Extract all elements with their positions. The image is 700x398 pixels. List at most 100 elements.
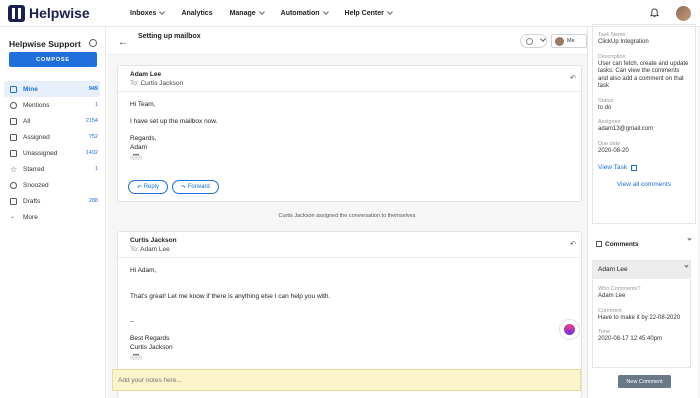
reply-icon: ↶ bbox=[137, 184, 144, 191]
sidebar-item-count: 752 bbox=[88, 134, 98, 140]
status-label: Status bbox=[598, 97, 614, 104]
comments-icon bbox=[596, 241, 602, 247]
sidebar-item-label: Snoozed bbox=[23, 181, 49, 189]
sidebar-item-starred[interactable]: ☆ Starred 1 bbox=[4, 161, 100, 177]
sender-name: Curtis Jackson bbox=[130, 237, 177, 244]
sidebar-item-count: 2154 bbox=[85, 118, 98, 124]
new-comment-button[interactable]: New Comment bbox=[618, 375, 671, 388]
back-arrow-icon[interactable]: ← bbox=[118, 37, 128, 48]
comments-section-header[interactable]: Comments bbox=[592, 236, 696, 251]
clickup-panel: Task Name ClickUp Integration Descriptio… bbox=[587, 24, 700, 398]
assign-dropdown[interactable] bbox=[520, 34, 547, 48]
folder-list: Mine 949 Mentions 1 All 2154 Assigned 752 Un… bbox=[4, 81, 100, 225]
body-line: Hi Adam, bbox=[130, 267, 157, 274]
email-header: Adam Lee To: Curtis Jackson bbox=[118, 66, 581, 92]
sidebar-item-label: Starred bbox=[23, 165, 45, 173]
avatar bbox=[555, 36, 564, 46]
chevron-down-icon bbox=[322, 8, 329, 15]
sidebar-item-label: All bbox=[23, 117, 31, 125]
body-line: -- bbox=[130, 318, 135, 325]
reply-arrow-icon[interactable]: ↶ bbox=[570, 74, 576, 82]
comment-card-header[interactable]: Adam Lee bbox=[593, 261, 690, 279]
nav-automation[interactable]: Automation bbox=[281, 8, 329, 17]
mailbox-title: Helpwise Support bbox=[9, 39, 81, 49]
sidebar-item-label: Mentions bbox=[23, 101, 50, 109]
forward-button[interactable]: ↷ Forward bbox=[172, 180, 219, 194]
forward-icon: ↷ bbox=[181, 184, 188, 191]
view-all-comments-link[interactable]: View all comments bbox=[598, 181, 690, 188]
recipient-name: Adam Lee bbox=[140, 246, 170, 253]
expand-quoted-button[interactable]: ••• bbox=[130, 153, 142, 160]
body-line bbox=[130, 127, 569, 136]
sidebar-item-count: 1 bbox=[94, 166, 98, 172]
sidebar-item-assigned[interactable]: Assigned 752 bbox=[4, 129, 100, 145]
body-line bbox=[130, 276, 569, 285]
sidebar-item-all[interactable]: All 2154 bbox=[4, 113, 100, 129]
task-name-label: Task Name bbox=[598, 32, 626, 38]
due-date-label: Due date bbox=[598, 140, 621, 147]
comment-card-body: Who Comments? Adam Lee Comment Have to m… bbox=[593, 286, 690, 344]
nav-help-center[interactable]: Help Center bbox=[345, 8, 393, 17]
recipient-line: To: Curtis Jackson bbox=[130, 80, 581, 87]
nav-analytics[interactable]: Analytics bbox=[181, 10, 212, 17]
conversation-subject: Setting up mailbox bbox=[138, 33, 201, 40]
sidebar-item-label: Mine bbox=[23, 85, 38, 93]
task-description: User can fetch, create and update tasks.… bbox=[598, 60, 689, 90]
sidebar-item-drafts[interactable]: Drafts 288 bbox=[4, 193, 100, 209]
sidebar-item-count: 288 bbox=[88, 198, 98, 204]
nav-inboxes[interactable]: Inboxes bbox=[130, 8, 166, 17]
reply-button[interactable]: ↶ Reply bbox=[128, 180, 169, 194]
body-line bbox=[130, 310, 569, 319]
logo-icon bbox=[8, 4, 25, 22]
nav-manage[interactable]: Manage bbox=[230, 8, 265, 17]
body-line: Regards, bbox=[130, 135, 157, 142]
mail-icon bbox=[10, 133, 17, 141]
user-avatar[interactable] bbox=[676, 6, 691, 21]
comment-time: 2020-08-17 12:45:40pm bbox=[598, 336, 663, 342]
reply-label: Reply bbox=[143, 184, 160, 190]
brand-name: Helpwise bbox=[29, 5, 90, 21]
to-label: To: bbox=[130, 246, 139, 253]
gear-icon[interactable] bbox=[89, 39, 97, 47]
bell-icon[interactable] bbox=[650, 8, 659, 18]
reply-arrow-icon[interactable]: ↶ bbox=[570, 240, 576, 248]
chevron-down-icon bbox=[159, 8, 166, 15]
body-line bbox=[130, 327, 569, 336]
task-due-date: 2020-08-20 bbox=[598, 147, 629, 154]
sidebar: Helpwise Support COMPOSE Mine 949 Mention… bbox=[0, 27, 106, 398]
nav-label: Inboxes bbox=[130, 9, 157, 17]
helpwise-logo[interactable]: Helpwise bbox=[8, 4, 118, 22]
email-message: Adam Lee To: Curtis Jackson ↶ Hi Team, I… bbox=[117, 65, 582, 202]
mail-icon bbox=[10, 149, 17, 157]
assignee-dropdown[interactable]: Me bbox=[551, 34, 587, 48]
task-status: to do bbox=[598, 104, 612, 111]
sender-name: Adam Lee bbox=[130, 71, 162, 78]
person-icon bbox=[526, 38, 533, 45]
sidebar-item-mentions[interactable]: Mentions 1 bbox=[4, 97, 100, 113]
task-assignee: adam13@gmail.com bbox=[598, 126, 654, 132]
sidebar-item-unassigned[interactable]: Unassigned 1402 bbox=[4, 145, 100, 161]
time-label: Time bbox=[598, 329, 611, 335]
sidebar-item-more[interactable]: ⌄ More bbox=[4, 209, 100, 225]
body-line: Hi Team, bbox=[130, 101, 156, 108]
sidebar-item-snoozed[interactable]: Snoozed bbox=[4, 177, 100, 193]
forward-label: Forward bbox=[187, 184, 210, 190]
expand-quoted-button[interactable]: ••• bbox=[130, 353, 142, 360]
sidebar-item-label: Assigned bbox=[23, 133, 50, 141]
chevron-down-icon bbox=[386, 8, 393, 15]
body-line: That's great! Let me know if there is an… bbox=[130, 292, 331, 300]
task-details-card: Task Name ClickUp Integration Descriptio… bbox=[592, 24, 696, 224]
sidebar-item-mine[interactable]: Mine 949 bbox=[4, 81, 100, 97]
email-body: Hi Adam, That's great! Let me know if th… bbox=[118, 258, 581, 361]
body-line bbox=[130, 301, 569, 310]
chevron-down-icon bbox=[258, 8, 265, 15]
view-task-link[interactable]: View Task bbox=[598, 164, 690, 171]
compose-button[interactable]: COMPOSE bbox=[9, 52, 97, 67]
chat-widget-button[interactable] bbox=[559, 319, 580, 340]
comments-title: Comments bbox=[605, 240, 639, 248]
sidebar-item-label: Unassigned bbox=[23, 149, 58, 157]
comment-label: Comment bbox=[598, 307, 622, 314]
chevron-down-icon: ⌄ bbox=[10, 213, 16, 220]
notes-input[interactable] bbox=[112, 369, 581, 391]
reply-actions: ↶ Reply ↷ Forward bbox=[128, 180, 223, 194]
